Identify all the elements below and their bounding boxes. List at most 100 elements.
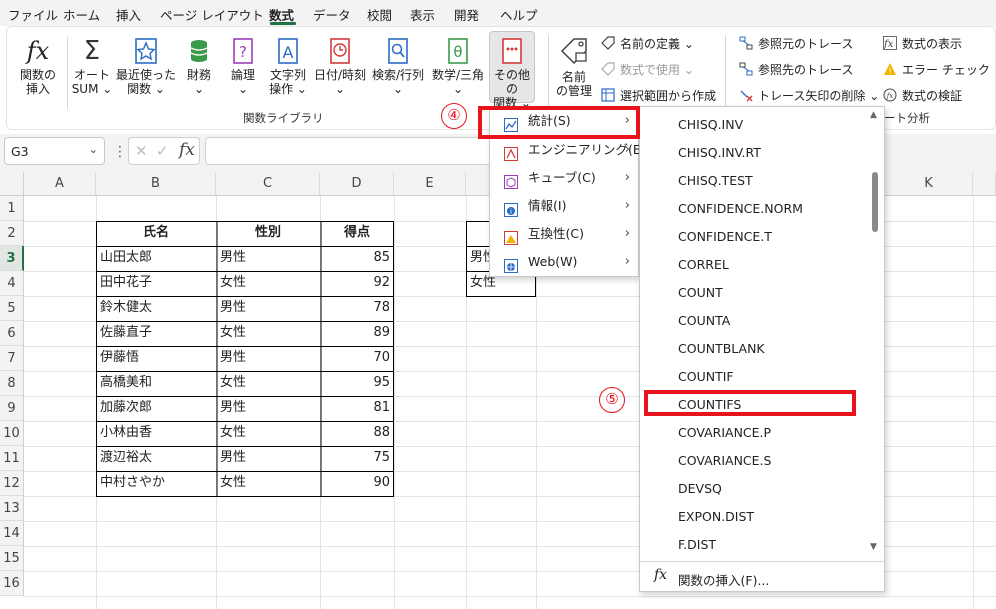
gender-cell[interactable]: 女性 — [216, 471, 320, 496]
menu-item-engineering[interactable]: エンジニアリング(E) › — [490, 136, 646, 164]
score-cell[interactable]: 89 — [320, 321, 394, 346]
tab-page-layout[interactable]: ページ レイアウト — [160, 5, 264, 24]
recent-functions-button[interactable]: 最近使った 関数 ⌄ — [115, 37, 177, 96]
text-functions-button[interactable]: A 文字列 操作 ⌄ — [265, 37, 311, 96]
gender-cell[interactable]: 男性 — [216, 296, 320, 321]
column-header[interactable]: E — [394, 172, 466, 196]
name-cell[interactable]: 加藤次郎 — [96, 396, 216, 421]
column-header[interactable]: B — [96, 172, 216, 196]
row-header[interactable]: 13 — [0, 496, 24, 521]
function-item-correl[interactable]: CORREL — [678, 257, 729, 272]
score-cell[interactable]: 75 — [320, 446, 394, 471]
column-header[interactable] — [973, 172, 996, 196]
column-header[interactable]: D — [320, 172, 394, 196]
select-all-corner[interactable] — [0, 172, 24, 196]
row-header[interactable]: 6 — [0, 321, 24, 346]
score-cell[interactable]: 88 — [320, 421, 394, 446]
row-header[interactable]: 1 — [0, 196, 24, 221]
column-header[interactable]: C — [216, 172, 320, 196]
cancel-icon[interactable]: ✕ — [135, 142, 148, 160]
evaluate-formula-button[interactable]: fx 数式の検証 — [883, 87, 962, 104]
tab-developer[interactable]: 開発 — [454, 5, 479, 24]
name-cell[interactable]: 山田太郎 — [96, 246, 216, 271]
gender-cell[interactable]: 男性 — [216, 246, 320, 271]
name-cell[interactable]: 小林由香 — [96, 421, 216, 446]
name-box[interactable]: G3 ⌄ — [4, 137, 105, 165]
function-item-f-dist[interactable]: F.DIST — [678, 537, 716, 552]
column-header[interactable]: A — [24, 172, 96, 196]
define-name-button[interactable]: 名前の定義 ⌄ — [601, 35, 694, 52]
scroll-up-icon[interactable]: ▲ — [870, 110, 877, 120]
formula-input[interactable] — [205, 137, 495, 165]
header-cell-gender[interactable]: 性別 — [216, 221, 320, 246]
chevron-down-icon[interactable]: ⌄ — [89, 143, 98, 156]
function-item-chisq-test[interactable]: CHISQ.TEST — [678, 173, 753, 188]
row-header[interactable]: 16 — [0, 571, 24, 596]
autosum-button[interactable]: Σ オート SUM ⌄ — [69, 37, 115, 96]
header-cell-score[interactable]: 得点 — [320, 221, 394, 246]
tab-insert[interactable]: 挿入 — [116, 5, 141, 24]
row-header[interactable]: 14 — [0, 521, 24, 546]
header-cell-name[interactable]: 氏名 — [96, 221, 216, 246]
row-header[interactable]: 4 — [0, 271, 24, 296]
insert-function-menu-item[interactable]: fx 関数の挿入(F)... — [640, 563, 884, 591]
row-header[interactable]: 10 — [0, 421, 24, 446]
gender-cell[interactable]: 男性 — [216, 446, 320, 471]
function-item-count[interactable]: COUNT — [678, 285, 723, 300]
menu-item-cube[interactable]: キューブ(C) › — [490, 164, 638, 192]
row-header[interactable]: 8 — [0, 371, 24, 396]
trace-dependents-button[interactable]: 参照先のトレース — [739, 61, 853, 78]
financial-button[interactable]: 財務 ⌄ — [179, 37, 219, 96]
date-time-button[interactable]: 日付/時刻 ⌄ — [312, 37, 368, 96]
row-header[interactable]: 3 — [0, 246, 24, 271]
logical-button[interactable]: ? 論理 ⌄ — [223, 37, 263, 96]
gender-cell[interactable]: 女性 — [216, 371, 320, 396]
row-header[interactable]: 7 — [0, 346, 24, 371]
column-header[interactable]: K — [885, 172, 973, 196]
row-header[interactable]: 2 — [0, 221, 24, 246]
score-cell[interactable]: 90 — [320, 471, 394, 496]
name-manager-button[interactable]: 名前 の管理 — [552, 35, 596, 98]
score-cell[interactable]: 78 — [320, 296, 394, 321]
use-in-formula-button[interactable]: 数式で使用 ⌄ — [601, 61, 694, 78]
menu-item-information[interactable]: i 情報(I) › — [490, 192, 638, 220]
score-cell[interactable]: 70 — [320, 346, 394, 371]
trace-precedents-button[interactable]: 参照元のトレース — [739, 35, 853, 52]
name-cell[interactable]: 高橋美和 — [96, 371, 216, 396]
gender-cell[interactable]: 男性 — [216, 396, 320, 421]
score-cell[interactable]: 95 — [320, 371, 394, 396]
name-cell[interactable]: 佐藤直子 — [96, 321, 216, 346]
menu-item-compatibility[interactable]: 互換性(C) › — [490, 220, 638, 248]
function-item-chisq-inv-rt[interactable]: CHISQ.INV.RT — [678, 145, 761, 160]
function-item-devsq[interactable]: DEVSQ — [678, 481, 722, 496]
tab-data[interactable]: データ — [313, 5, 351, 24]
function-item-countblank[interactable]: COUNTBLANK — [678, 341, 765, 356]
scrollbar-thumb[interactable] — [872, 172, 878, 232]
row-header[interactable]: 9 — [0, 396, 24, 421]
function-item-expon-dist[interactable]: EXPON.DIST — [678, 509, 754, 524]
function-item-covariance-p[interactable]: COVARIANCE.P — [678, 425, 771, 440]
function-item-confidence-t[interactable]: CONFIDENCE.T — [678, 229, 772, 244]
function-item-confidence-norm[interactable]: CONFIDENCE.NORM — [678, 201, 803, 216]
score-cell[interactable]: 81 — [320, 396, 394, 421]
name-cell[interactable]: 鈴木健太 — [96, 296, 216, 321]
row-header[interactable]: 11 — [0, 446, 24, 471]
row-header[interactable]: 12 — [0, 471, 24, 496]
menu-item-web[interactable]: Web(W) › — [490, 248, 638, 276]
gender-cell[interactable]: 女性 — [216, 271, 320, 296]
check-icon[interactable]: ✓ — [156, 142, 169, 160]
more-functions-button[interactable]: その他の 関数 ⌄ — [489, 31, 535, 110]
score-cell[interactable]: 85 — [320, 246, 394, 271]
function-item-countif[interactable]: COUNTIF — [678, 369, 734, 384]
tab-file[interactable]: ファイル — [8, 5, 58, 24]
row-header[interactable]: 5 — [0, 296, 24, 321]
tab-help[interactable]: ヘルプ — [500, 5, 538, 24]
scroll-down-icon[interactable]: ▼ — [870, 542, 877, 552]
function-item-covariance-s[interactable]: COVARIANCE.S — [678, 453, 771, 468]
insert-function-fx-button[interactable]: fx — [179, 140, 195, 160]
gender-cell[interactable]: 女性 — [216, 421, 320, 446]
more-options-icon[interactable]: ⋮ — [113, 144, 127, 160]
function-item-chisq-inv[interactable]: CHISQ.INV — [678, 117, 743, 132]
score-cell[interactable]: 92 — [320, 271, 394, 296]
error-checking-button[interactable]: ! エラー チェック ⌄ — [883, 61, 996, 78]
